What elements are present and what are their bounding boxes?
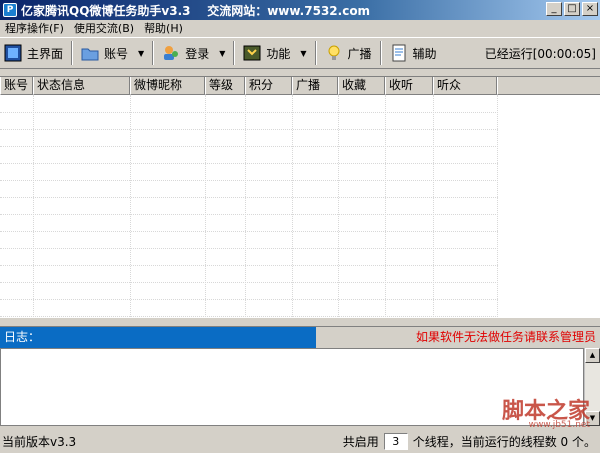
broadcast-button[interactable]: 广播 (321, 40, 376, 66)
log-header: 日志： 如果软件无法做任务请联系管理员 (0, 326, 600, 348)
grid-row-line (0, 112, 498, 113)
grid-row-line (0, 265, 498, 266)
home-button[interactable]: 主界面 (0, 40, 67, 66)
column-header[interactable]: 微博昵称 (130, 77, 205, 95)
version-text: 当前版本v3.3 (2, 435, 77, 449)
grid-column-line (130, 95, 131, 318)
account-label: 账号 (104, 46, 129, 61)
column-header-filler (497, 77, 600, 95)
account-button[interactable]: 账号 ▼ (77, 40, 148, 66)
log-area[interactable] (0, 348, 584, 426)
threads-prefix: 共启用 (342, 435, 379, 449)
grid-column-line (205, 95, 206, 318)
grid-row-line (0, 129, 498, 130)
menu-usage-exchange[interactable]: 使用交流(B) (69, 20, 139, 36)
download-icon (243, 44, 261, 62)
grid-row-line (0, 146, 498, 147)
account-table[interactable]: 账号 状态信息 微博昵称 等级 积分 广播 收藏 收听 听众 (0, 76, 600, 318)
title-bar: P 亿家腾讯QQ微博任务助手v3.3 交流网站：www.7532.com _ □… (0, 0, 600, 20)
grid-column-line (433, 95, 434, 318)
function-label: 功能 (266, 46, 291, 61)
toolbar-separator (233, 41, 236, 65)
thread-status: 共启用 个线程，当前运行的线程数 0 个。 (343, 433, 596, 450)
grid-column-line (33, 95, 34, 318)
grid-row-line (0, 316, 498, 317)
log-label: 日志： (0, 327, 316, 348)
toolbar-separator (379, 41, 382, 65)
grid-row-line (0, 180, 498, 181)
threads-suffix: 个线程，当前运行的线程数 0 个。 (412, 435, 596, 449)
toolbar: 主界面 账号 ▼ 登录 ▼ 功能 ▼ 广播 辅助 已经运行[00:00:05] (0, 37, 600, 69)
toolbar-separator (314, 41, 317, 65)
column-header[interactable]: 积分 (245, 77, 292, 95)
toolbar-separator (152, 41, 155, 65)
app-icon: P (3, 3, 17, 17)
grid-row-line (0, 197, 498, 198)
chevron-down-icon[interactable]: ▼ (138, 49, 144, 58)
runtime-display: 已经运行[00:00:05] (484, 46, 596, 61)
menu-bar: 程序操作(F) 使用交流(B) 帮助(H) (0, 20, 600, 36)
login-button[interactable]: 登录 ▼ (158, 40, 229, 66)
grid-column-line (292, 95, 293, 318)
column-header[interactable]: 广播 (292, 77, 338, 95)
function-button[interactable]: 功能 ▼ (239, 40, 310, 66)
login-label: 登录 (185, 46, 210, 61)
grid-column-line (338, 95, 339, 318)
grid-column-line (245, 95, 246, 318)
scroll-up-icon[interactable]: ▲ (585, 348, 600, 363)
chevron-down-icon[interactable]: ▼ (219, 49, 225, 58)
grid-row-line (0, 282, 498, 283)
column-header[interactable]: 账号 (0, 77, 33, 95)
maximize-button[interactable]: □ (564, 2, 580, 16)
grid-column-line (497, 95, 498, 318)
toolbar-separator (71, 41, 74, 65)
column-header[interactable]: 等级 (205, 77, 245, 95)
column-header[interactable]: 收听 (385, 77, 433, 95)
table-header: 账号 状态信息 微博昵称 等级 积分 广播 收藏 收听 听众 (0, 77, 600, 95)
assist-button[interactable]: 辅助 (386, 40, 441, 66)
menu-program-ops[interactable]: 程序操作(F) (0, 20, 69, 36)
grid-row-line (0, 231, 498, 232)
grid-row-line (0, 214, 498, 215)
watermark-url: www.jb51.net (528, 420, 590, 430)
column-header[interactable]: 收藏 (338, 77, 385, 95)
status-bar: 当前版本v3.3 共启用 个线程，当前运行的线程数 0 个。 (0, 430, 600, 453)
minimize-button[interactable]: _ (546, 2, 562, 16)
window-title: 亿家腾讯QQ微博任务助手v3.3 交流网站：www.7532.com (21, 3, 371, 18)
chevron-down-icon[interactable]: ▼ (300, 49, 306, 58)
menu-help[interactable]: 帮助(H) (139, 20, 188, 36)
folder-icon (81, 44, 99, 62)
column-header[interactable]: 听众 (433, 77, 497, 95)
users-icon (162, 44, 180, 62)
grid-row-line (0, 163, 498, 164)
grid-row-line (0, 299, 498, 300)
close-button[interactable]: × (582, 2, 598, 16)
column-header[interactable]: 状态信息 (33, 77, 130, 95)
contact-admin-notice: 如果软件无法做任务请联系管理员 (415, 330, 596, 344)
assist-label: 辅助 (412, 46, 437, 61)
lightbulb-icon (325, 44, 343, 62)
broadcast-label: 广播 (347, 46, 372, 61)
window-controls: _ □ × (546, 2, 598, 16)
grid-row-line (0, 248, 498, 249)
document-icon (390, 44, 408, 62)
table-body (0, 95, 600, 318)
grid-column-line (385, 95, 386, 318)
thread-count-input[interactable] (383, 433, 408, 450)
home-label: 主界面 (27, 46, 64, 61)
monitor-icon (4, 44, 22, 62)
